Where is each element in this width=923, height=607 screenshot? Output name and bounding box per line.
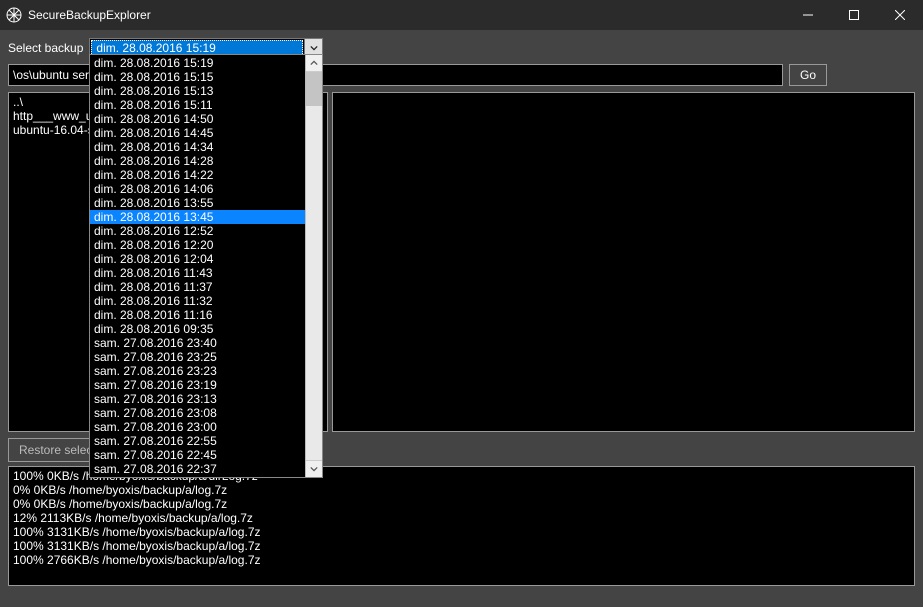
dropdown-option[interactable]: dim. 28.08.2016 15:11 xyxy=(90,98,305,112)
dropdown-option[interactable]: dim. 28.08.2016 14:06 xyxy=(90,182,305,196)
minimize-button[interactable] xyxy=(785,0,831,30)
dropdown-option[interactable]: dim. 28.08.2016 09:35 xyxy=(90,322,305,336)
dropdown-option[interactable]: dim. 28.08.2016 15:15 xyxy=(90,70,305,84)
dropdown-option[interactable]: sam. 27.08.2016 22:45 xyxy=(90,448,305,462)
dropdown-option[interactable]: dim. 28.08.2016 13:45 xyxy=(90,210,305,224)
dropdown-scrollbar[interactable] xyxy=(305,55,322,477)
window-title: SecureBackupExplorer xyxy=(28,8,151,22)
go-button[interactable]: Go xyxy=(789,64,827,86)
dropdown-option[interactable]: dim. 28.08.2016 12:04 xyxy=(90,252,305,266)
log-line: 100% 2766KB/s /home/byoxis/backup/a/log.… xyxy=(13,553,910,567)
dropdown-option[interactable]: dim. 28.08.2016 11:43 xyxy=(90,266,305,280)
log-line: 100% 3131KB/s /home/byoxis/backup/a/log.… xyxy=(13,525,910,539)
dropdown-option[interactable]: sam. 27.08.2016 23:40 xyxy=(90,336,305,350)
dropdown-option[interactable]: dim. 28.08.2016 11:37 xyxy=(90,280,305,294)
dropdown-option[interactable]: dim. 28.08.2016 14:28 xyxy=(90,154,305,168)
log-line: 100% 3131KB/s /home/byoxis/backup/a/log.… xyxy=(13,539,910,553)
dropdown-option[interactable]: sam. 27.08.2016 23:08 xyxy=(90,406,305,420)
dropdown-option[interactable]: dim. 28.08.2016 11:32 xyxy=(90,294,305,308)
dropdown-option[interactable]: dim. 28.08.2016 13:55 xyxy=(90,196,305,210)
dropdown-option[interactable]: sam. 27.08.2016 23:19 xyxy=(90,378,305,392)
dropdown-option[interactable]: sam. 27.08.2016 23:23 xyxy=(90,364,305,378)
titlebar: SecureBackupExplorer xyxy=(0,0,923,30)
dropdown-option[interactable]: sam. 27.08.2016 22:55 xyxy=(90,434,305,448)
log-line: 12% 2113KB/s /home/byoxis/backup/a/log.7… xyxy=(13,511,910,525)
scroll-track[interactable] xyxy=(306,72,322,460)
backup-dropdown[interactable]: dim. 28.08.2016 15:19dim. 28.08.2016 15:… xyxy=(89,54,323,478)
close-button[interactable] xyxy=(877,0,923,30)
preview-pane xyxy=(332,92,915,432)
scroll-down-icon[interactable] xyxy=(306,460,322,477)
log-line: 0% 0KB/s /home/byoxis/backup/a/log.7z xyxy=(13,497,910,511)
scroll-up-icon[interactable] xyxy=(306,55,322,72)
dropdown-option[interactable]: dim. 28.08.2016 12:20 xyxy=(90,238,305,252)
dropdown-option[interactable]: dim. 28.08.2016 14:45 xyxy=(90,126,305,140)
scroll-thumb[interactable] xyxy=(306,72,322,106)
window-controls xyxy=(785,0,923,30)
dropdown-option[interactable]: sam. 27.08.2016 23:25 xyxy=(90,350,305,364)
select-backup-label: Select backup xyxy=(8,41,83,55)
dropdown-option[interactable]: sam. 27.08.2016 23:00 xyxy=(90,420,305,434)
app-icon xyxy=(6,7,22,23)
dropdown-option[interactable]: dim. 28.08.2016 14:50 xyxy=(90,112,305,126)
dropdown-option[interactable]: dim. 28.08.2016 14:22 xyxy=(90,168,305,182)
dropdown-option[interactable]: dim. 28.08.2016 11:16 xyxy=(90,308,305,322)
log-line: 0% 0KB/s /home/byoxis/backup/a/log.7z xyxy=(13,483,910,497)
dropdown-option[interactable]: sam. 27.08.2016 22:37 xyxy=(90,462,305,476)
log-output: 100% 0KB/s /home/byoxis/backup/a/dirLog.… xyxy=(8,466,915,586)
dropdown-option[interactable]: dim. 28.08.2016 14:34 xyxy=(90,140,305,154)
dropdown-option[interactable]: dim. 28.08.2016 15:13 xyxy=(90,84,305,98)
dropdown-option[interactable]: sam. 27.08.2016 23:13 xyxy=(90,392,305,406)
dropdown-option[interactable]: dim. 28.08.2016 12:52 xyxy=(90,224,305,238)
maximize-button[interactable] xyxy=(831,0,877,30)
dropdown-option[interactable]: dim. 28.08.2016 15:19 xyxy=(90,56,305,70)
